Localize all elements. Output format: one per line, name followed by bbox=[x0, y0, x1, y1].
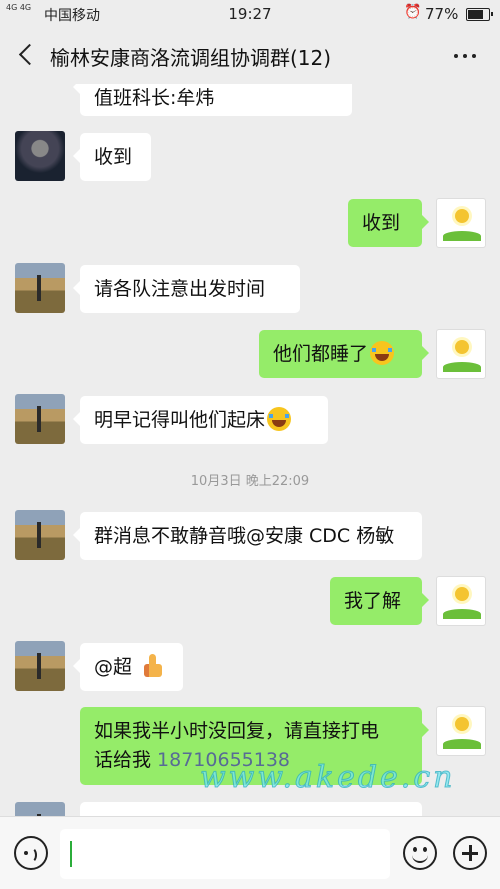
message-text: 收到 bbox=[94, 146, 133, 168]
message-bubble[interactable]: 他们都睡了 bbox=[259, 330, 429, 378]
timestamp: 10月3日 晚上22:09 bbox=[190, 474, 310, 489]
avatar[interactable] bbox=[436, 576, 486, 626]
laughing-tears-emoji bbox=[370, 341, 395, 365]
message-bubble[interactable]: @超 bbox=[73, 643, 183, 691]
message-text: 群消息不敢静音哦@安康 CDC 杨敏 bbox=[94, 525, 395, 547]
avatar[interactable] bbox=[436, 198, 486, 248]
chat-header: 榆林安康商洛流调组协调群(12) bbox=[0, 28, 500, 84]
phone-number-link[interactable]: 18710655138 bbox=[157, 749, 290, 771]
emoji-icon[interactable] bbox=[403, 836, 437, 870]
message-input[interactable] bbox=[60, 829, 390, 879]
message-bubble[interactable] bbox=[80, 802, 422, 816]
message-bubble[interactable]: 明早记得叫他们起床 bbox=[73, 396, 328, 444]
message-bubble[interactable]: 请各队注意出发时间 bbox=[73, 265, 300, 313]
message-text: 值班科长:牟炜 bbox=[94, 87, 215, 109]
avatar[interactable] bbox=[436, 706, 486, 756]
avatar[interactable] bbox=[15, 263, 65, 313]
message-bubble[interactable]: 我了解 bbox=[330, 577, 429, 625]
message-text: 请各队注意出发时间 bbox=[94, 278, 266, 300]
avatar[interactable] bbox=[15, 131, 65, 181]
text-caret bbox=[70, 841, 72, 867]
message-text: 我了解 bbox=[344, 590, 402, 612]
back-arrow-icon[interactable] bbox=[14, 40, 42, 70]
message-text: 明早记得叫他们起床 bbox=[94, 409, 266, 431]
message-bubble[interactable]: 收到 bbox=[73, 133, 151, 181]
voice-icon[interactable] bbox=[14, 836, 48, 870]
battery-percent: 77% bbox=[425, 5, 459, 23]
message-text: 如果我半小时没回复，请直接打电 bbox=[94, 720, 380, 742]
status-bar: 4G 4G 中国移动 19:27 ⏰ 77% bbox=[0, 0, 500, 28]
avatar[interactable] bbox=[15, 802, 65, 816]
message-bubble[interactable]: 如果我半小时没回复，请直接打电 话给我 18710655138 bbox=[80, 707, 429, 785]
avatar[interactable] bbox=[15, 641, 65, 691]
message-list[interactable]: 值班科长:牟炜 收到 收到 请各队注意出发时间 他们都睡了 明早记得叫他们起床 … bbox=[0, 84, 500, 816]
message-bubble[interactable]: 值班科长:牟炜 bbox=[73, 84, 352, 116]
laughing-tears-emoji bbox=[267, 407, 292, 431]
battery-icon bbox=[466, 8, 493, 21]
message-bubble[interactable]: 收到 bbox=[348, 199, 429, 247]
avatar[interactable] bbox=[15, 510, 65, 560]
message-text-suffix: 话给我 bbox=[94, 749, 158, 771]
thumbs-up-emoji bbox=[142, 654, 164, 678]
avatar[interactable] bbox=[436, 329, 486, 379]
avatar[interactable] bbox=[15, 394, 65, 444]
more-dots-icon[interactable] bbox=[448, 42, 482, 70]
message-text: 他们都睡了 bbox=[273, 343, 369, 365]
plus-icon[interactable] bbox=[453, 836, 487, 870]
input-toolbar bbox=[0, 816, 500, 889]
message-text: @超 bbox=[94, 656, 133, 678]
message-bubble[interactable]: 群消息不敢静音哦@安康 CDC 杨敏 bbox=[73, 512, 422, 560]
chat-title: 榆林安康商洛流调组协调群(12) bbox=[50, 46, 332, 70]
message-text: 收到 bbox=[362, 212, 401, 234]
alarm-icon: ⏰ bbox=[404, 4, 422, 20]
